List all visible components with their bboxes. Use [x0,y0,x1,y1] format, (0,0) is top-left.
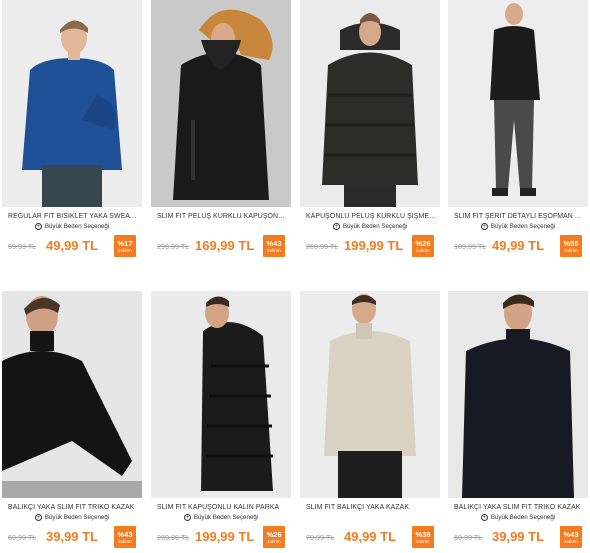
discount-percent: %55 [563,238,579,248]
product-card[interactable]: SLİM FİT BALIKÇI YAKA KAZAK 79,99 TL 49,… [300,291,440,553]
discount-label: indirim [267,247,281,253]
product-name[interactable]: REGULAR FİT BİSİKLET YAKA SWEATSHIRT [8,213,138,220]
product-name[interactable]: SLİM FİT KAPÜŞONLU KALIN PARKA [157,504,287,511]
discount-percent: %26 [415,238,431,248]
plus-circle-icon: + [34,223,42,230]
size-option-badge[interactable]: + Büyük Beden Seçeneği [454,512,582,523]
discount-percent: %43 [266,238,282,248]
discount-badge: %43 indirim [560,526,582,548]
discount-percent: %43 [563,529,579,539]
discount-badge: %55 indirim [560,235,582,257]
discount-badge: %38 indirim [412,526,434,548]
discount-label: indirim [267,538,281,544]
discount-label: indirim [416,247,430,253]
discount-badge: %43 indirim [263,235,285,257]
product-grid: + Büyük Beden Seçeneği REGULAR FİT BİSİK… [0,0,590,553]
product-card[interactable]: SLİM FİT PELUŞ KÜRKLÜ KAPÜŞONLU MONT 299… [151,0,291,262]
plus-circle-icon: + [183,514,191,521]
discount-label: indirim [118,247,132,253]
discount-percent: %38 [415,529,431,539]
product-image[interactable] [300,0,440,207]
discount-percent: %17 [117,238,133,248]
price-row: 69,99 TL 39,99 TL %43 indirim [454,526,582,548]
old-price: 69,99 TL [454,533,483,542]
product-name[interactable]: SLİM FİT ŞERİT DETAYLI EŞOFMAN ALTI [454,213,584,220]
size-option-badge[interactable]: + Büyük Beden Seçeneği [454,221,582,232]
current-price: 39,99 TL [492,529,545,544]
size-option-badge[interactable]: + Büyük Beden Seçeneği [306,221,434,232]
price-row: 79,99 TL 49,99 TL %38 indirim [306,526,434,548]
old-price: 269,99 TL [157,533,190,542]
current-price: 199,99 TL [344,238,404,253]
price-row: 59,99 TL 49,99 TL %17 indirim [8,235,136,257]
product-image[interactable] [300,291,440,498]
size-option-badge[interactable]: + Büyük Beden Seçeneği [8,221,136,232]
product-card[interactable]: + Büyük Beden Seçeneği REGULAR FİT BİSİK… [2,0,142,262]
discount-percent: %43 [117,529,133,539]
old-price: 69,99 TL [8,533,37,542]
product-card[interactable]: + Büyük Beden Seçeneği KAPÜŞONLU PELUŞ K… [300,0,440,262]
current-price: 49,99 TL [344,529,397,544]
discount-label: indirim [416,538,430,544]
product-image[interactable] [448,291,588,498]
product-name[interactable]: SLİM FİT PELUŞ KÜRKLÜ KAPÜŞONLU MONT [157,213,287,220]
product-card[interactable]: + Büyük Beden Seçeneği SLİM FİT ŞERİT DE… [448,0,588,262]
plus-circle-icon: + [34,514,42,521]
current-price: 49,99 TL [492,238,545,253]
discount-label: indirim [564,538,578,544]
discount-percent: %26 [266,529,282,539]
product-card[interactable]: + Büyük Beden Seçeneği BALIKÇI YAKA SLİM… [2,291,142,553]
plus-circle-icon: + [480,223,488,230]
discount-badge: %17 indirim [114,235,136,257]
product-image[interactable] [151,291,291,498]
old-price: 59,99 TL [8,242,37,251]
current-price: 169,99 TL [195,238,255,253]
size-option-badge[interactable]: + Büyük Beden Seçeneği [8,512,136,523]
discount-label: indirim [564,247,578,253]
discount-badge: %43 indirim [114,526,136,548]
price-row: 299,99 TL 169,99 TL %43 indirim [157,235,285,257]
product-image[interactable] [2,291,142,498]
old-price: 79,99 TL [306,533,335,542]
discount-badge: %26 indirim [263,526,285,548]
price-row: 269,99 TL 199,99 TL %26 indirim [157,526,285,548]
product-name[interactable]: BALIKÇI YAKA SLİM FİT TRİKO KAZAK [8,504,138,511]
plus-circle-icon: + [332,223,340,230]
product-card[interactable]: + Büyük Beden Seçeneği BALIKÇI YAKA SLİM… [448,291,588,553]
size-option-badge[interactable]: + Büyük Beden Seçeneği [157,512,285,523]
product-image[interactable] [448,0,588,207]
price-row: 269,99 TL 199,99 TL %26 indirim [306,235,434,257]
old-price: 299,99 TL [157,242,190,251]
product-name[interactable]: KAPÜŞONLU PELUŞ KÜRKLÜ ŞİŞME KABAN [306,213,436,220]
discount-badge: %26 indirim [412,235,434,257]
current-price: 199,99 TL [195,529,255,544]
product-image[interactable] [2,0,142,207]
old-price: 109,99 TL [454,242,487,251]
product-name[interactable]: SLİM FİT BALIKÇI YAKA KAZAK [306,504,436,511]
current-price: 49,99 TL [46,238,99,253]
plus-circle-icon: + [480,514,488,521]
discount-label: indirim [118,538,132,544]
product-card[interactable]: + Büyük Beden Seçeneği SLİM FİT KAPÜŞONL… [151,291,291,553]
product-image[interactable] [151,0,291,207]
current-price: 39,99 TL [46,529,99,544]
old-price: 269,99 TL [306,242,339,251]
price-row: 109,99 TL 49,99 TL %55 indirim [454,235,582,257]
price-row: 69,99 TL 39,99 TL %43 indirim [8,526,136,548]
product-name[interactable]: BALIKÇI YAKA SLİM FİT TRİKO KAZAK [454,504,584,511]
